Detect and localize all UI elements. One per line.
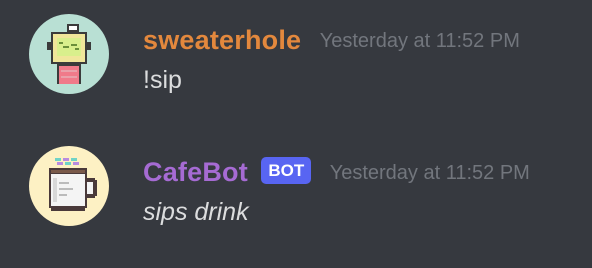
message-content: !sip — [143, 66, 182, 94]
avatar[interactable] — [29, 146, 109, 226]
coffee-mug-avatar-icon — [29, 146, 109, 226]
timestamp: Yesterday at 11:52 PM — [319, 30, 520, 52]
bot-badge: BOT — [261, 156, 312, 184]
avatar[interactable] — [29, 14, 109, 94]
username[interactable]: sweaterhole — [143, 20, 301, 60]
message-content: sips drink — [143, 198, 249, 226]
pixel-robot-avatar-icon — [29, 14, 109, 94]
username[interactable]: CafeBot — [143, 152, 248, 192]
message-header: CafeBot BOT Yesterday at 11:52 PM — [143, 152, 530, 192]
timestamp: Yesterday at 11:52 PM — [329, 162, 530, 184]
chat-log: sweaterhole Yesterday at 11:52 PM !sip C… — [0, 0, 592, 268]
message-header: sweaterhole Yesterday at 11:52 PM — [143, 20, 520, 60]
